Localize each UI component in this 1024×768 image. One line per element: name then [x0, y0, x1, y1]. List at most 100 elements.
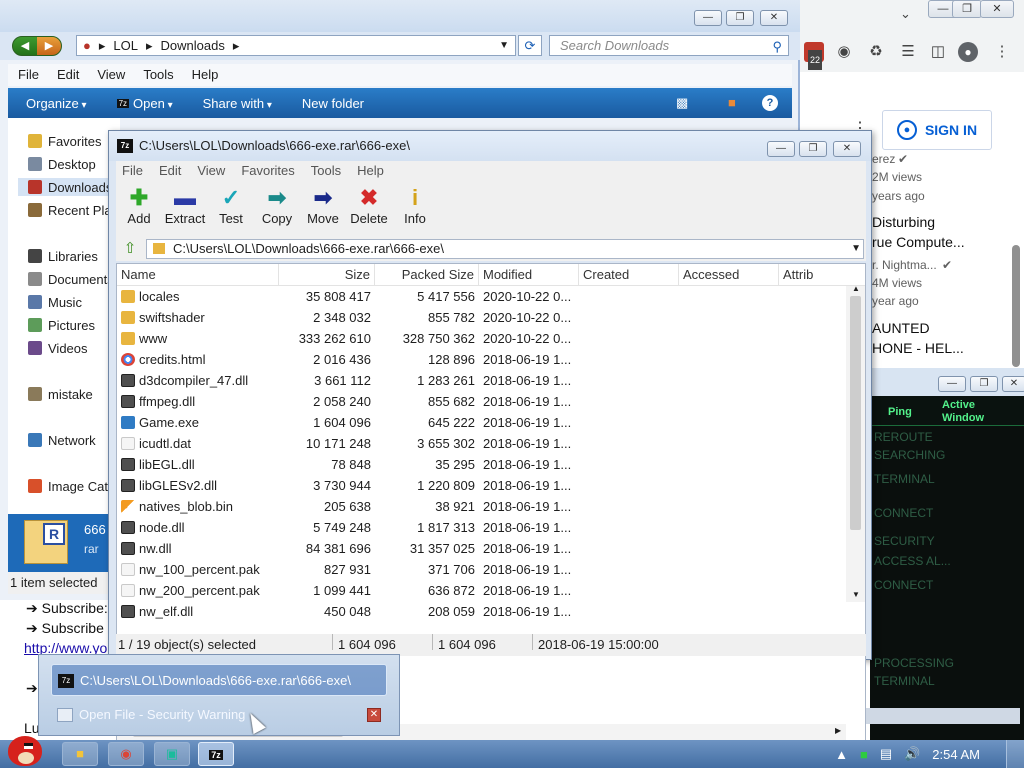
show-desktop-button[interactable]	[1006, 740, 1024, 768]
playlist-icon[interactable]: ☰	[898, 42, 918, 62]
menu-favorites[interactable]: Favorites	[241, 161, 294, 181]
extract-button[interactable]: ▬ Extract	[162, 181, 208, 237]
preview-item-sevenzip[interactable]: 7z C:\Users\LOL\Downloads\666-exe.rar\66…	[51, 664, 387, 696]
open-button[interactable]: 7z Open	[116, 96, 173, 111]
column-modified[interactable]: Modified	[479, 264, 579, 286]
sidebar-item-pictures[interactable]: Pictures	[28, 316, 95, 334]
table-row[interactable]: locales 35 808 417 5 417 556 2020-10-22 0..…	[117, 286, 849, 307]
menu-tools[interactable]: Tools	[143, 64, 173, 86]
close-icon[interactable]: ✕	[367, 708, 381, 722]
table-row[interactable]: natives_blob.bin 205 638 38 921 2018-06-19 …	[117, 496, 849, 517]
sidebar-item-favorites[interactable]: Favorites	[28, 132, 101, 150]
column-created[interactable]: Created	[579, 264, 679, 286]
battery-icon[interactable]: ■	[860, 747, 868, 762]
maximize-button[interactable]: ❐	[799, 141, 827, 157]
move-button[interactable]: ➡ Move	[300, 181, 346, 237]
minimize-button[interactable]: —	[767, 141, 795, 157]
translate-icon[interactable]: ◉	[834, 42, 854, 62]
address-bar[interactable]: ● ▸ LOL ▸ Downloads ▸ ▼	[76, 35, 516, 56]
close-button[interactable]: ✕	[980, 0, 1014, 18]
sidebar-item-desktop[interactable]: Desktop	[28, 155, 96, 173]
table-row[interactable]: nw_100_percent.pak 827 931 371 706 2018-06-…	[117, 559, 849, 580]
table-row[interactable]: nw.dll 84 381 696 31 357 025 2018-06-19 1..…	[117, 538, 849, 559]
sign-in-button[interactable]: ● SIGN IN	[882, 110, 992, 150]
extension-icon[interactable]: 22	[804, 42, 824, 70]
column-packed-size[interactable]: Packed Size	[375, 264, 479, 286]
scrollbar-thumb[interactable]	[850, 296, 861, 530]
video-title-line-2[interactable]: HONE - HEL...	[872, 340, 964, 356]
sidebar-item-documents[interactable]: Documents	[28, 270, 114, 288]
share-with-button[interactable]: Share with	[203, 96, 272, 111]
menu-tools[interactable]: Tools	[311, 161, 341, 181]
video-channel[interactable]: r. Nightma...	[872, 258, 937, 272]
taskbar-explorer[interactable]: ■	[62, 742, 98, 766]
page-scrollbar[interactable]	[1012, 245, 1020, 367]
start-button[interactable]	[4, 730, 48, 768]
scroll-up-icon[interactable]: ▲	[852, 284, 860, 293]
refresh-button[interactable]: ⟳	[518, 35, 542, 56]
table-row[interactable]: www 333 262 610 328 750 362 2020-10-22 0...	[117, 328, 849, 349]
video-title-line-2[interactable]: rue Compute...	[872, 234, 965, 250]
preview-pane-icon[interactable]: ■	[728, 95, 736, 110]
more-icon[interactable]: ⋮	[992, 42, 1012, 62]
column-name[interactable]: Name	[117, 264, 279, 286]
table-row[interactable]: Game.exe 1 604 096 645 222 2018-06-19 1...	[117, 412, 849, 433]
info-button[interactable]: i Info	[392, 181, 438, 237]
video-title-line-1[interactable]: Disturbing	[872, 214, 935, 230]
table-row[interactable]: node.dll 5 749 248 1 817 313 2018-06-19 1..…	[117, 517, 849, 538]
scroll-right-icon[interactable]: ▶	[835, 726, 841, 735]
taskbar-sevenzip[interactable]: 7z	[198, 742, 234, 766]
column-size[interactable]: Size	[279, 264, 375, 286]
sidebar-item-network[interactable]: Network	[28, 431, 96, 449]
chevron-down-icon[interactable]: ▼	[499, 40, 509, 51]
table-row[interactable]: swiftshader 2 348 032 855 782 2020-10-22 0.…	[117, 307, 849, 328]
menu-file[interactable]: File	[122, 161, 143, 181]
sidebar-item-videos[interactable]: Videos	[28, 339, 88, 357]
close-button[interactable]: ✕	[760, 10, 788, 26]
sidebar-item-mistake[interactable]: mistake	[28, 385, 93, 403]
taskbar-app[interactable]: ▣	[154, 742, 190, 766]
table-row[interactable]: libEGL.dll 78 848 35 295 2018-06-19 1...	[117, 454, 849, 475]
copy-button[interactable]: ➡ Copy	[254, 181, 300, 237]
volume-icon[interactable]: 🔊	[904, 746, 920, 762]
menu-help[interactable]: Help	[192, 64, 219, 86]
scroll-down-icon[interactable]: ▼	[852, 590, 860, 599]
menu-edit[interactable]: Edit	[159, 161, 181, 181]
column-attrib[interactable]: Attrib	[779, 264, 859, 286]
sidebar-item-image-catalog[interactable]: Image Catalog	[28, 477, 120, 495]
avatar[interactable]: ●	[958, 42, 978, 62]
chevron-down-icon[interactable]: ⌄	[900, 6, 911, 22]
table-row[interactable]: libGLESv2.dll 3 730 944 1 220 809 2018-06-1…	[117, 475, 849, 496]
help-icon[interactable]: ?	[762, 95, 778, 111]
add-button[interactable]: ✚ Add	[116, 181, 162, 237]
folder-up-icon[interactable]: ⇧	[120, 239, 140, 259]
video-channel[interactable]: erez	[872, 152, 895, 166]
chevron-down-icon[interactable]: ▼	[851, 240, 861, 258]
breadcrumb-item[interactable]: Downloads	[161, 38, 225, 53]
table-row[interactable]: d3dcompiler_47.dll 3 661 112 1 283 261 2018…	[117, 370, 849, 391]
new-folder-button[interactable]: New folder	[302, 96, 364, 111]
sidebar-item-recent-places[interactable]: Recent Places	[28, 201, 120, 219]
video-title-line-1[interactable]: AUNTED	[872, 320, 930, 336]
delete-button[interactable]: ✖ Delete	[346, 181, 392, 237]
clock[interactable]: 2:54 AM	[932, 747, 980, 762]
restore-button[interactable]: ❐	[970, 376, 998, 392]
table-row[interactable]: ffmpeg.dll 2 058 240 855 682 2018-06-19 1..…	[117, 391, 849, 412]
column-accessed[interactable]: Accessed	[679, 264, 779, 286]
vertical-scrollbar[interactable]: ▲ ▼	[846, 284, 865, 602]
tray-expand-icon[interactable]: ▲	[835, 747, 848, 762]
maximize-button[interactable]: ❐	[726, 10, 754, 26]
restore-button[interactable]: ❐	[952, 0, 982, 18]
table-row[interactable]: nw_200_percent.pak 1 099 441 636 872 2018-0…	[117, 580, 849, 601]
sidebar-item-downloads[interactable]: Downloads	[18, 178, 120, 196]
close-button[interactable]: ✕	[833, 141, 861, 157]
network-icon[interactable]: ▤	[880, 746, 892, 762]
taskbar-chrome[interactable]: ◉	[108, 742, 144, 766]
close-button[interactable]: ✕	[1002, 376, 1024, 392]
view-options-icon[interactable]: ▩	[676, 95, 688, 111]
sevenzip-titlebar[interactable]: 7z C:\Users\LOL\Downloads\666-exe.rar\66…	[109, 131, 871, 161]
minimize-button[interactable]: —	[938, 376, 966, 392]
sidebar-icon[interactable]: ◫	[928, 42, 948, 62]
minimize-button[interactable]: —	[694, 10, 722, 26]
menu-help[interactable]: Help	[357, 161, 384, 181]
